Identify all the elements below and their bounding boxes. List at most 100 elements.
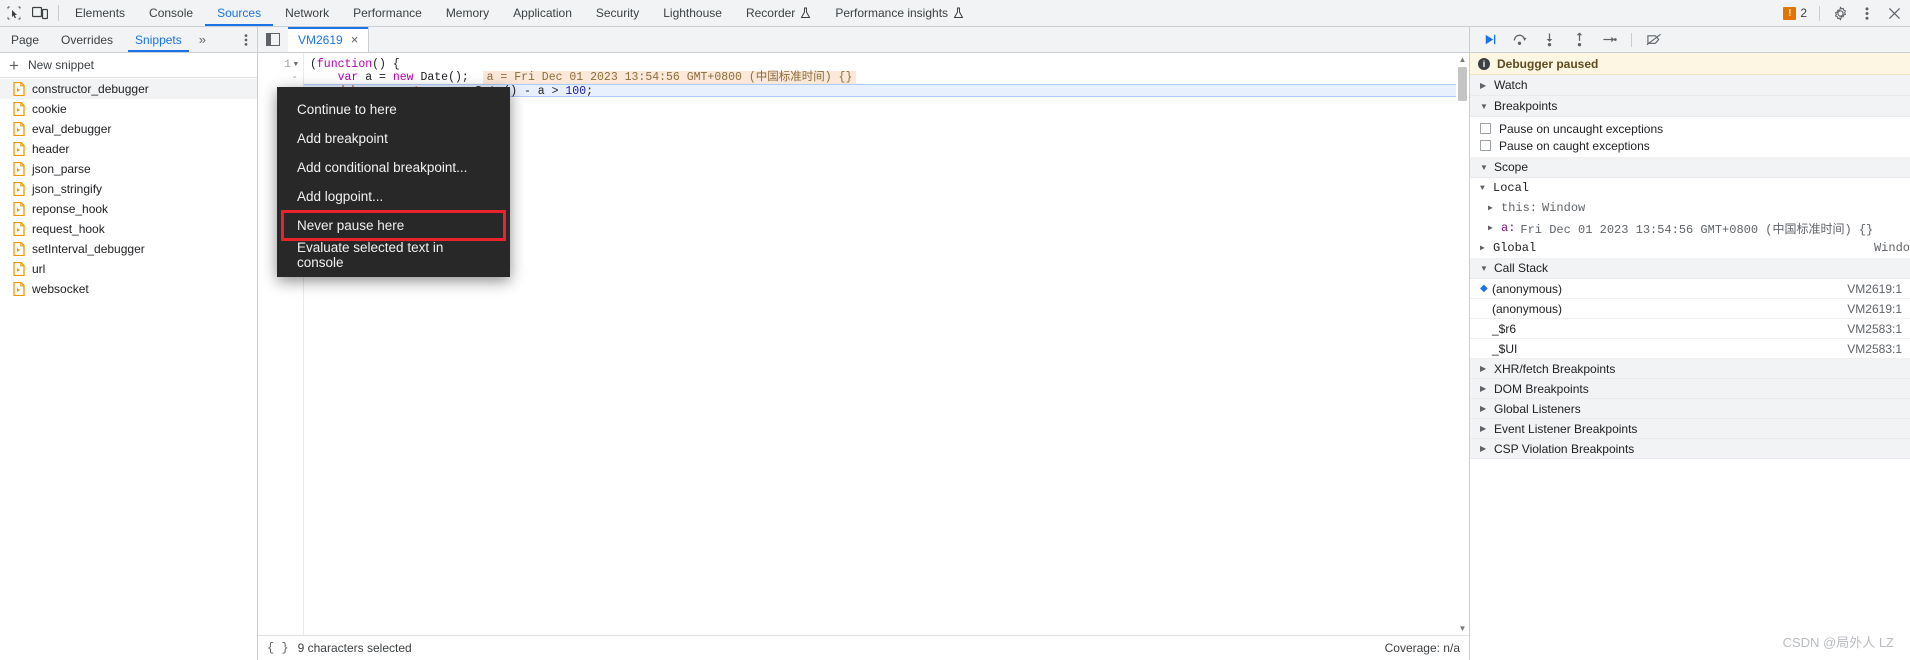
snippet-label: header [32,142,70,156]
code-line[interactable]: (function() { [304,58,1469,71]
toolbar-divider [1631,32,1632,47]
tab-performance[interactable]: Performance [341,0,434,26]
device-toggle-icon[interactable] [32,5,48,21]
context-menu-item[interactable]: Never pause here [281,210,506,241]
call-stack-section-header[interactable]: ▼ Call Stack [1470,258,1910,279]
snippet-item[interactable]: header [0,139,257,159]
pretty-print-icon[interactable]: { } [267,641,289,655]
tab-recorder[interactable]: Recorder [734,0,823,26]
snippet-item[interactable]: json_parse [0,159,257,179]
step-icon[interactable] [1601,32,1617,48]
call-stack-frame[interactable]: _$r6 VM2583:1 [1470,319,1910,339]
snippet-item[interactable]: cookie [0,99,257,119]
context-menu-item[interactable]: Add breakpoint [277,124,510,153]
pause-caught-exceptions-row[interactable]: Pause on caught exceptions [1470,137,1910,154]
tab-lighthouse[interactable]: Lighthouse [651,0,734,26]
deactivate-breakpoints-icon[interactable] [1646,32,1662,48]
nav-tab-snippets[interactable]: Snippets [124,27,193,52]
script-file-icon [13,241,25,257]
tab-memory[interactable]: Memory [434,0,501,26]
snippet-label: reponse_hook [32,202,109,216]
tab-console[interactable]: Console [137,0,205,26]
snippet-item[interactable]: constructor_debugger [0,79,257,99]
checkbox[interactable] [1480,123,1491,134]
snippet-item[interactable]: request_hook [0,219,257,239]
new-snippet-button[interactable]: + New snippet [0,53,257,78]
scope-tree: ▼ Local ▶ this: Window ▶ a: Fri Dec 01 2023 13:… [1470,178,1910,258]
show-navigator-icon[interactable] [258,27,288,52]
scope-group[interactable]: ▼ Local [1470,178,1910,198]
breakpoint-category[interactable]: ▶ DOM Breakpoints [1470,379,1910,399]
breakpoint-category[interactable]: ▶ CSP Violation Breakpoints [1470,439,1910,459]
context-menu-item[interactable]: Evaluate selected text in console [277,240,510,270]
scope-group-value: Windo [1873,241,1910,255]
line-number[interactable]: - [258,71,303,84]
chevron-right-icon: ▶ [1480,384,1487,393]
warning-count-badge[interactable]: ! 2 [1783,6,1807,20]
chevron-down-icon: ▼ [1480,101,1488,111]
editor-context-menu[interactable]: Continue to here Add breakpoint Add condit… [277,87,510,277]
snippet-item[interactable]: reponse_hook [0,199,257,219]
snippet-item[interactable]: eval_debugger [0,119,257,139]
breakpoint-category[interactable]: ▶ Event Listener Breakpoints [1470,419,1910,439]
fold-chevron-icon[interactable]: ▼ [294,61,298,69]
call-stack-frame[interactable]: _$UI VM2583:1 [1470,339,1910,359]
navigator-more-options-icon[interactable] [235,27,257,52]
step-out-icon[interactable] [1571,32,1587,48]
nav-tab-overrides[interactable]: Overrides [50,27,124,52]
gear-icon[interactable] [1832,5,1848,21]
context-menu-item[interactable]: Add logpoint... [277,182,510,211]
close-icon[interactable] [1886,5,1902,21]
scrollbar-thumb[interactable] [1458,67,1467,101]
tab-network[interactable]: Network [273,0,341,26]
chevron-icon: ▼ [1480,183,1485,193]
tab-application[interactable]: Application [501,0,584,26]
inspect-icon[interactable] [6,5,22,21]
step-over-icon[interactable] [1511,32,1527,48]
nav-tab-page[interactable]: Page [0,27,50,52]
context-menu-item[interactable]: Continue to here [277,95,510,124]
current-frame-icon: ◆ [1480,283,1488,294]
tab-security[interactable]: Security [584,0,651,26]
scope-group[interactable]: ▶ Global Windo [1470,238,1910,258]
chevron-down-icon: ▼ [1480,162,1488,172]
code-token: a = [358,71,393,84]
snippet-item[interactable]: setInterval_debugger [0,239,257,259]
info-icon: i [1478,57,1490,70]
tab-elements[interactable]: Elements [63,0,137,26]
editor-tab-vm2619[interactable]: VM2619 × [288,27,370,52]
more-tabs-icon[interactable]: » [193,27,212,52]
snippet-item[interactable]: url [0,259,257,279]
tab-performance-insights[interactable]: Performance insights [823,0,976,26]
line-number[interactable]: 1 ▼ [258,58,303,71]
scroll-down-arrow[interactable]: ▼ [1456,622,1469,635]
tab-sources[interactable]: Sources [205,0,274,26]
step-into-icon[interactable] [1541,32,1557,48]
resume-script-icon[interactable] [1481,32,1497,48]
scroll-up-arrow[interactable]: ▲ [1456,53,1469,66]
call-stack-frame[interactable]: (anonymous) VM2619:1 [1470,299,1910,319]
chevron-right-icon: ▶ [1488,204,1493,213]
watch-section-header[interactable]: ▶ Watch [1470,75,1910,96]
call-stack-frame[interactable]: ◆ (anonymous) VM2619:1 [1470,279,1910,299]
tab-label: Network [285,6,330,20]
close-icon[interactable]: × [351,33,359,46]
editor-scrollbar[interactable]: ▲ ▼ [1456,53,1469,635]
pause-uncaught-exceptions-row[interactable]: Pause on uncaught exceptions [1470,120,1910,137]
snippet-label: websocket [32,282,89,296]
scope-variable[interactable]: ▶ this: Window [1470,198,1910,218]
scope-section-header[interactable]: ▼ Scope [1470,157,1910,178]
breakpoint-category[interactable]: ▶ XHR/fetch Breakpoints [1470,359,1910,379]
checkbox[interactable] [1480,140,1491,151]
code-token: new [392,71,414,84]
code-line[interactable]: var a = new Date(); a = Fri Dec 01 2023 … [304,71,1469,84]
more-options-icon[interactable] [1859,5,1875,21]
scope-variable[interactable]: ▶ a: Fri Dec 01 2023 13:54:56 GMT+0800 (中国… [1470,218,1910,238]
snippet-item[interactable]: websocket [0,279,257,299]
snippet-item[interactable]: json_stringify [0,179,257,199]
breakpoint-category[interactable]: ▶ Global Listeners [1470,399,1910,419]
context-menu-item[interactable]: Add conditional breakpoint... [277,153,510,182]
breakpoints-section-header[interactable]: ▼ Breakpoints [1470,96,1910,117]
script-file-icon [13,181,25,197]
frame-location: VM2583:1 [1847,321,1902,336]
